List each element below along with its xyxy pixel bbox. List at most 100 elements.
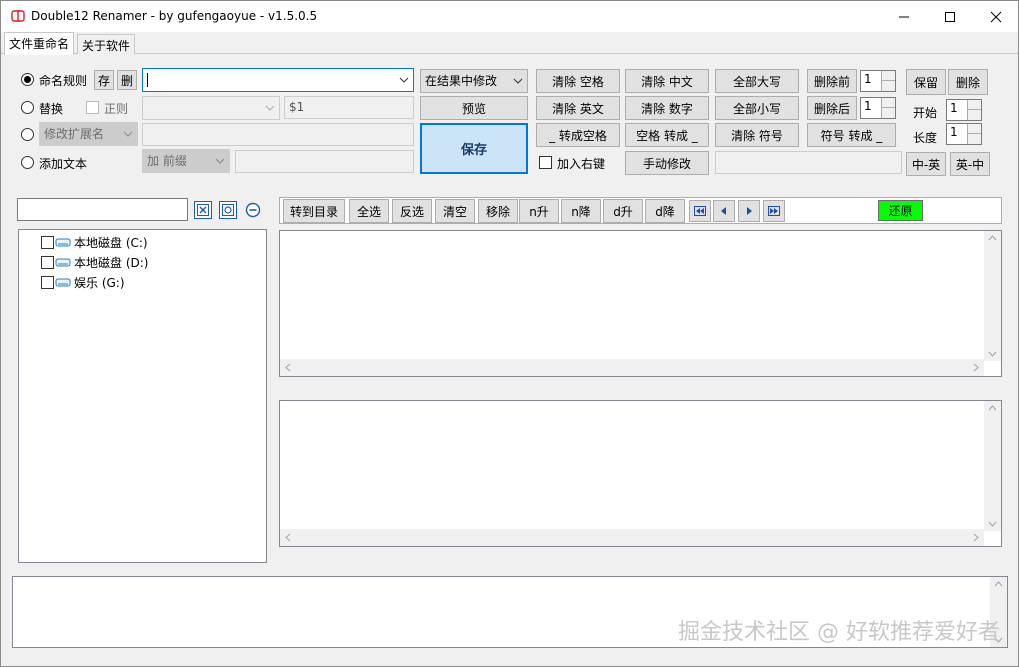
save-rule-button[interactable]: 存	[94, 70, 114, 90]
regex-checkbox[interactable]	[86, 101, 99, 114]
extension-mode-combobox[interactable]: 修改扩展名	[39, 122, 138, 146]
spin-up-icon[interactable]	[967, 100, 981, 110]
spin-up-icon[interactable]	[967, 124, 981, 134]
sort-name-asc-button[interactable]: n升	[519, 199, 559, 223]
folder-tree[interactable]: 本地磁盘 (C:) 本地磁盘 (D:) 娱乐 (G:)	[18, 229, 267, 563]
spin-down-icon[interactable]	[881, 108, 895, 118]
change-extension-radio[interactable]	[21, 128, 34, 141]
first-button[interactable]	[689, 200, 711, 222]
clear-chinese-button[interactable]: 清除 中文	[625, 69, 709, 93]
next-button[interactable]	[738, 200, 760, 222]
delete-after-spinner[interactable]: 1	[860, 97, 896, 119]
replace-with-input[interactable]: $1	[284, 96, 414, 119]
renamed-file-list[interactable]	[279, 400, 1002, 547]
replace-pattern-combobox[interactable]	[142, 96, 280, 120]
watermark-text: 掘金技术社区 @ 好软推荐爱好者	[678, 620, 1000, 645]
prev-button[interactable]	[713, 200, 735, 222]
space-to-underscore-button[interactable]: 空格 转成 _	[625, 123, 709, 147]
tree-item-label: 娱乐 (G:)	[74, 275, 125, 290]
tab-file-rename[interactable]: 文件重命名	[4, 32, 75, 55]
spin-down-icon[interactable]	[967, 110, 981, 120]
rename-rule-label: 命名规则	[39, 74, 88, 88]
tree-checkbox[interactable]	[41, 275, 54, 289]
select-all-button[interactable]: 全选	[349, 199, 389, 223]
clear-digits-button[interactable]: 清除 数字	[625, 96, 709, 120]
path-input[interactable]	[17, 198, 188, 221]
horizontal-scrollbar[interactable]	[280, 359, 984, 376]
maximize-button[interactable]	[927, 1, 973, 32]
close-button[interactable]	[973, 1, 1019, 32]
chevron-up-icon	[988, 405, 997, 411]
restore-button[interactable]: 还原	[878, 200, 923, 221]
all-upper-button[interactable]: 全部大写	[715, 69, 799, 93]
delete-button[interactable]: 删除	[948, 69, 988, 95]
tree-checkbox[interactable]	[41, 235, 54, 249]
spin-down-icon[interactable]	[881, 81, 895, 91]
start-spinner[interactable]: 1	[946, 99, 982, 121]
tree-item-c[interactable]: 本地磁盘 (C:)	[41, 234, 148, 250]
tree-checkbox[interactable]	[41, 255, 54, 269]
add-text-radio[interactable]	[21, 156, 34, 169]
goto-dir-button[interactable]: 转到目录	[283, 199, 345, 223]
remove-button[interactable]: 移除	[478, 199, 518, 223]
clear-path-button[interactable]	[194, 201, 212, 219]
minimize-button[interactable]	[881, 1, 927, 32]
app-logo-icon	[11, 10, 25, 22]
clear-list-button[interactable]: 清空	[435, 199, 475, 223]
add-position-combobox[interactable]: 加 前缀	[142, 149, 230, 173]
add-text-input[interactable]	[235, 150, 414, 173]
tab-about[interactable]: 关于软件	[77, 34, 136, 54]
add-context-menu-label: 加入右键	[557, 157, 606, 171]
save-button[interactable]: 保存	[420, 123, 528, 174]
en-to-zh-button[interactable]: 英-中	[950, 152, 990, 176]
rename-rule-combobox[interactable]	[142, 68, 414, 92]
chevron-down-icon	[265, 105, 275, 111]
delete-after-button[interactable]: 删除后	[807, 96, 857, 120]
tree-item-d[interactable]: 本地磁盘 (D:)	[41, 254, 148, 270]
chevron-up-icon	[994, 581, 1003, 587]
manual-edit-button[interactable]: 手动修改	[625, 151, 709, 175]
original-file-list[interactable]	[279, 230, 1002, 377]
minus-circle-icon	[245, 202, 261, 218]
underscore-to-space-button[interactable]: _ 转成空格	[536, 123, 620, 147]
horizontal-scrollbar[interactable]	[280, 529, 984, 546]
clear-symbols-button[interactable]: 清除 符号	[715, 123, 799, 147]
delete-rule-button[interactable]: 删	[117, 70, 137, 90]
chevron-down-icon	[123, 131, 133, 137]
zh-to-en-button[interactable]: 中-英	[906, 152, 946, 176]
manual-edit-input[interactable]	[715, 151, 902, 174]
add-position-value: 加 前缀	[147, 154, 187, 168]
add-context-menu-checkbox[interactable]	[539, 156, 552, 169]
sort-date-desc-button[interactable]: d降	[645, 199, 685, 223]
add-text-label: 添加文本	[39, 157, 88, 171]
all-lower-button[interactable]: 全部小写	[715, 96, 799, 120]
last-button[interactable]	[763, 200, 785, 222]
delete-before-button[interactable]: 删除前	[807, 69, 857, 93]
modify-in-result-combobox[interactable]: 在结果中修改	[420, 69, 528, 93]
modify-in-result-value: 在结果中修改	[425, 74, 498, 88]
refresh-button[interactable]	[219, 201, 237, 219]
keep-button[interactable]: 保留	[906, 69, 946, 95]
symbol-to-underscore-button[interactable]: 符号 转成 _	[807, 123, 896, 147]
collapse-button[interactable]	[244, 201, 262, 219]
chevron-down-icon	[215, 158, 225, 164]
rename-rule-radio[interactable]	[21, 73, 34, 86]
spin-down-icon[interactable]	[967, 134, 981, 144]
spin-up-icon[interactable]	[881, 98, 895, 108]
invert-selection-button[interactable]: 反选	[392, 199, 432, 223]
triangle-right-icon	[747, 207, 752, 215]
replace-radio[interactable]	[21, 101, 34, 114]
spin-up-icon[interactable]	[881, 71, 895, 81]
length-spinner[interactable]: 1	[946, 123, 982, 145]
clear-space-button[interactable]: 清除 空格	[536, 69, 620, 93]
tree-item-g[interactable]: 娱乐 (G:)	[41, 274, 125, 290]
chevron-down-icon	[513, 78, 523, 84]
preview-button[interactable]: 预览	[420, 96, 528, 120]
delete-before-spinner[interactable]: 1	[860, 70, 896, 92]
vertical-scrollbar[interactable]	[984, 401, 1001, 531]
vertical-scrollbar[interactable]	[984, 231, 1001, 361]
sort-date-asc-button[interactable]: d升	[603, 199, 643, 223]
extension-input[interactable]	[142, 123, 414, 146]
sort-name-desc-button[interactable]: n降	[561, 199, 601, 223]
clear-english-button[interactable]: 清除 英文	[536, 96, 620, 120]
